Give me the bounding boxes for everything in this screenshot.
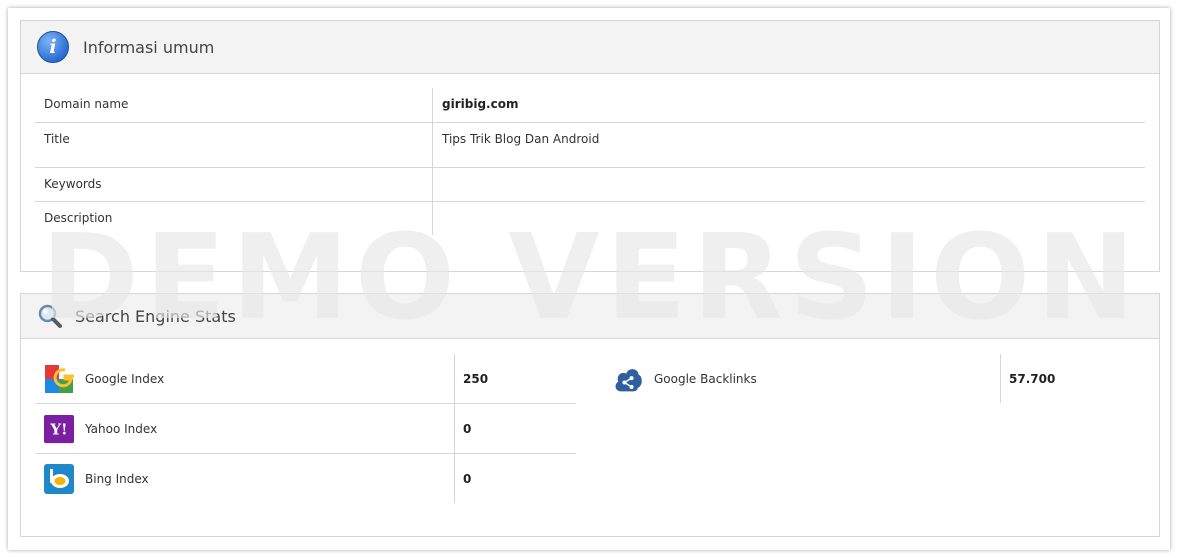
table-row: Google Index 250 <box>36 354 576 404</box>
search-stats-title: Search Engine Stats <box>75 306 236 326</box>
table-row: Y! Yahoo Index 0 <box>36 403 576 454</box>
table-row: Description <box>35 201 1145 235</box>
bing-index-value: 0 <box>454 453 576 503</box>
domain-name-value: giribig.com <box>442 97 519 111</box>
bing-index-label: Bing Index <box>85 471 149 486</box>
google-icon <box>44 363 74 394</box>
bing-icon <box>44 463 74 494</box>
search-stats-panel: Search Engine Stats Google Index 250 Y! … <box>20 293 1160 537</box>
table-row: Domain name giribig.com <box>35 88 1145 122</box>
table-row: Bing Index 0 <box>36 453 576 503</box>
yahoo-index-value: 0 <box>454 403 576 454</box>
title-label: Title <box>44 131 70 146</box>
domain-name-label: Domain name <box>44 97 129 111</box>
index-stats-table: Google Index 250 Y! Yahoo Index 0 Bing I… <box>36 354 576 503</box>
keywords-value <box>442 168 1136 177</box>
description-label: Description <box>44 210 113 225</box>
general-info-header: i Informasi umum <box>21 21 1159 74</box>
backlinks-stats-table: Google Backlinks 57.700 <box>605 354 1145 403</box>
yahoo-index-label: Yahoo Index <box>85 421 158 436</box>
description-value <box>442 202 1136 211</box>
table-row: Google Backlinks 57.700 <box>605 354 1145 403</box>
info-icon: i <box>37 31 69 63</box>
google-index-label: Google Index <box>85 371 165 386</box>
general-info-panel: i Informasi umum Domain name giribig.com… <box>20 20 1160 272</box>
general-info-title: Informasi umum <box>83 37 215 57</box>
search-stats-header: Search Engine Stats <box>21 294 1159 339</box>
magnifier-icon <box>38 304 62 328</box>
general-info-table: Domain name giribig.com Title Tips Trik … <box>35 88 1145 235</box>
table-row: Keywords <box>35 167 1145 201</box>
google-backlinks-label: Google Backlinks <box>654 371 757 386</box>
svg-text:Y!: Y! <box>49 420 67 438</box>
table-row: Title Tips Trik Blog Dan Android <box>35 122 1145 167</box>
google-backlinks-value: 57.700 <box>1000 354 1145 403</box>
title-value: Tips Trik Blog Dan Android <box>442 131 600 146</box>
share-icon <box>613 364 643 394</box>
google-index-value: 250 <box>454 354 576 404</box>
yahoo-icon: Y! <box>44 414 74 444</box>
keywords-label: Keywords <box>44 176 102 191</box>
